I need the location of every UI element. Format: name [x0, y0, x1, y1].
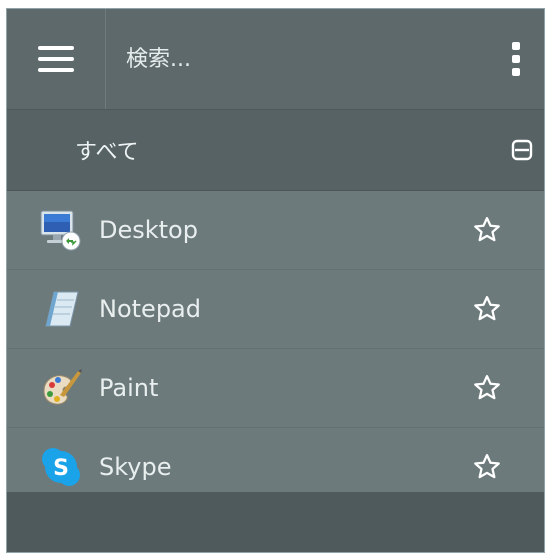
list-item-desktop[interactable]: Desktop [7, 191, 544, 270]
menu-button[interactable] [7, 9, 106, 109]
notepad-icon [37, 285, 85, 333]
top-bar [7, 9, 544, 110]
collapse-icon[interactable] [510, 138, 534, 162]
app-name: Skype [99, 453, 172, 481]
app-list: Desktop Notepad Paint S Skype [7, 191, 544, 507]
star-outline-icon[interactable] [470, 292, 504, 326]
list-item-notepad[interactable]: Notepad [7, 270, 544, 349]
app-launcher-panel: すべて Desktop [6, 8, 545, 553]
footer-area [7, 492, 544, 552]
category-filter[interactable]: すべて [7, 110, 544, 191]
app-name: Desktop [99, 216, 198, 244]
search-input[interactable] [124, 45, 468, 73]
hamburger-icon [38, 46, 74, 72]
search-area [106, 9, 496, 109]
skype-icon: S [37, 443, 85, 491]
app-name: Notepad [99, 295, 201, 323]
kebab-menu-icon[interactable] [496, 9, 536, 109]
svg-text:S: S [53, 456, 69, 481]
paint-palette-icon [37, 364, 85, 412]
star-outline-icon[interactable] [470, 450, 504, 484]
filter-label: すべて [75, 140, 139, 165]
desktop-icon [37, 206, 85, 254]
star-outline-icon[interactable] [470, 371, 504, 405]
app-name: Paint [99, 374, 159, 402]
list-item-paint[interactable]: Paint [7, 349, 544, 428]
star-outline-icon[interactable] [470, 213, 504, 247]
